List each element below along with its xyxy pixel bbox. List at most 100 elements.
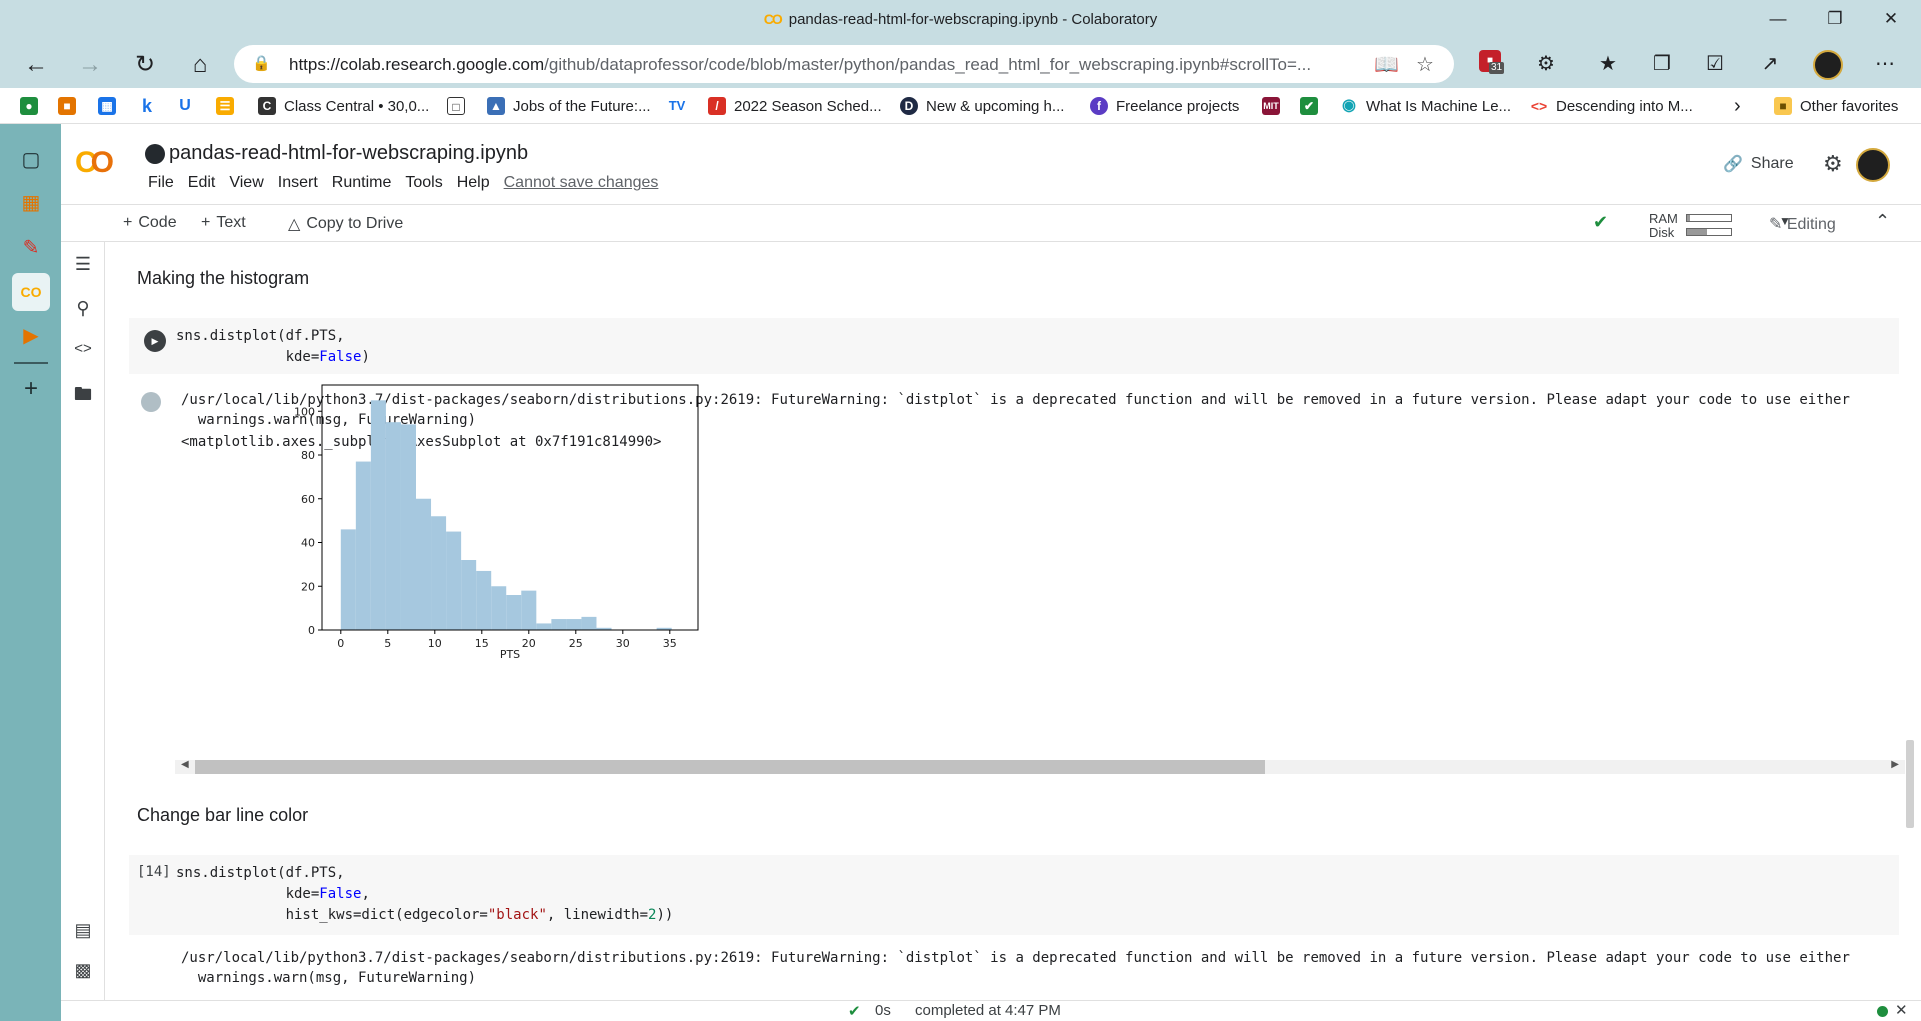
bookmark-jobs-future[interactable]: ▲ Jobs of the Future:... xyxy=(487,96,651,116)
histogram-bar xyxy=(355,461,371,630)
share-label: Share xyxy=(1750,155,1794,172)
histogram-bar xyxy=(491,586,507,630)
bookmark-k-icon[interactable]: k xyxy=(138,96,156,116)
bookmark-u-icon[interactable]: U xyxy=(176,96,194,116)
bookmark-doc-icon[interactable]: □ xyxy=(447,96,465,116)
url-text: https://colab.research.google.com/github… xyxy=(289,55,1312,74)
cell-code[interactable]: sns.distplot(df.PTS, kde=False) xyxy=(176,326,370,368)
scrollbar-thumb[interactable] xyxy=(195,760,1265,774)
menu-insert[interactable]: Insert xyxy=(271,174,325,192)
colab-logo[interactable]: CO xyxy=(75,146,114,180)
status-duration: 0s xyxy=(875,1002,891,1019)
share-page-icon[interactable]: ↗ xyxy=(1755,49,1785,79)
settings-gear-icon[interactable]: ⚙ xyxy=(1823,151,1843,177)
restore-button[interactable]: ❐ xyxy=(1813,4,1857,34)
x-tick-label: 15 xyxy=(475,637,489,650)
back-button[interactable]: ← xyxy=(19,48,53,82)
home-button[interactable]: ⌂ xyxy=(183,48,217,82)
bookmark-apps-icon[interactable]: ▦ xyxy=(98,96,116,116)
colab-panel-icon[interactable]: CO xyxy=(12,273,50,311)
editing-mode[interactable]: ✎ Editing xyxy=(1769,214,1836,234)
notebook-title-text: pandas-read-html-for-webscraping.ipynb xyxy=(169,142,529,164)
address-bar[interactable]: 🔒 https://colab.research.google.com/gith… xyxy=(234,45,1454,83)
extension-badge-icon[interactable]: ■ 31 xyxy=(1479,50,1505,74)
orange-app-icon[interactable]: ▶ xyxy=(12,317,50,355)
ram-bar xyxy=(1686,214,1732,222)
menu-file[interactable]: File xyxy=(141,174,181,192)
output-menu-icon[interactable] xyxy=(141,392,161,412)
x-axis-label: PTS xyxy=(500,648,520,661)
search-icon[interactable]: ⚲ xyxy=(72,298,94,320)
extensions-icon[interactable]: ⚙ xyxy=(1531,49,1561,79)
files-folder-icon[interactable]: 🖿 xyxy=(72,382,94,404)
user-avatar[interactable] xyxy=(1856,148,1890,182)
drawing-tools-icon[interactable]: ✎ xyxy=(12,229,50,267)
command-palette-icon[interactable]: ▤ xyxy=(72,920,94,942)
copy-to-drive-button[interactable]: △ Copy to Drive xyxy=(288,214,403,234)
menu-edit[interactable]: Edit xyxy=(181,174,223,192)
menu-help[interactable]: Help xyxy=(450,174,497,192)
minimize-button[interactable]: — xyxy=(1756,4,1800,34)
scroll-right-arrow-icon[interactable]: ▶ xyxy=(1891,759,1899,770)
terminal-icon[interactable]: ▩ xyxy=(72,960,94,982)
bookmark-season-schedule[interactable]: /2022 Season Sched... xyxy=(708,96,882,116)
eye-icon: ◉ xyxy=(1340,97,1358,115)
immersive-reader-icon[interactable]: 📖 xyxy=(1374,52,1399,77)
favorites-icon[interactable]: ★ xyxy=(1593,49,1623,79)
notebook-title[interactable]: pandas-read-html-for-webscraping.ipynb xyxy=(145,142,528,165)
add-code-button[interactable]: + Code xyxy=(123,214,177,232)
bookmark-green-icon[interactable]: ✔ xyxy=(1300,96,1318,116)
x-axis: 0 5 10 15 20 25 30 35 xyxy=(337,630,677,650)
collapse-header-chevron-icon[interactable]: ⌃ xyxy=(1875,211,1890,232)
close-window-button[interactable]: ✕ xyxy=(1869,4,1913,34)
bookmarks-overflow-chevron-icon[interactable]: › xyxy=(1734,95,1741,117)
close-status-icon[interactable]: ✕ xyxy=(1895,1001,1908,1019)
refresh-button[interactable]: ↻ xyxy=(128,48,162,82)
bookmark-freelance[interactable]: f Freelance projects xyxy=(1090,96,1239,116)
forward-button[interactable]: → xyxy=(73,48,107,82)
bookmark-tradingview-icon[interactable]: TV xyxy=(668,96,686,116)
notebook-vertical-scrollbar[interactable] xyxy=(1906,740,1914,828)
lock-icon: 🔒 xyxy=(252,55,271,72)
table-of-contents-icon[interactable]: ☰ xyxy=(72,254,94,276)
status-bar: ✔ 0s completed at 4:47 PM ✕ xyxy=(61,1000,1921,1021)
cannot-save-link[interactable]: Cannot save changes xyxy=(497,174,666,192)
share-button[interactable]: 🔗 Share xyxy=(1723,154,1794,174)
add-favorite-icon[interactable]: ☆ xyxy=(1416,52,1434,77)
browser-side-panel: ▢ ▦ ✎ CO ▶ + xyxy=(0,124,61,1021)
bookmark-machine-learning[interactable]: ◉ What Is Machine Le... xyxy=(1340,96,1511,116)
histogram-bar xyxy=(340,529,356,630)
browser-profile-avatar[interactable] xyxy=(1813,50,1843,80)
scroll-left-arrow-icon[interactable]: ◀ xyxy=(181,759,189,770)
code-snippets-icon[interactable]: <> xyxy=(72,340,94,362)
code-cell[interactable]: ▶ sns.distplot(df.PTS, kde=False) xyxy=(129,318,1899,374)
add-panel-icon[interactable]: + xyxy=(12,370,50,408)
add-text-button[interactable]: + Text xyxy=(201,214,246,232)
bookmark-other-favorites[interactable]: ■ Other favorites xyxy=(1774,96,1898,116)
y-tick-label: 40 xyxy=(301,537,315,550)
cell-code-2[interactable]: sns.distplot(df.PTS, kde=False, hist_kws… xyxy=(176,863,673,926)
menu-runtime[interactable]: Runtime xyxy=(325,174,399,192)
bookmark-gift-icon[interactable]: ■ xyxy=(58,96,76,116)
histogram-bar xyxy=(506,595,522,630)
brush-icon: / xyxy=(708,97,726,115)
bookmark-leaf-icon[interactable]: ● xyxy=(20,96,38,116)
bookmark-notes-icon[interactable]: ☰ xyxy=(216,96,234,116)
browser-essentials-icon[interactable]: ☑ xyxy=(1700,49,1730,79)
run-cell-button[interactable]: ▶ xyxy=(144,330,166,352)
address-row: ← → ↻ ⌂ 🔒 https://colab.research.google.… xyxy=(0,40,1921,88)
more-menu-icon[interactable]: ⋯ xyxy=(1870,49,1900,79)
bookmark-class-central[interactable]: C Class Central • 30,0... xyxy=(258,96,429,116)
menu-view[interactable]: View xyxy=(222,174,270,192)
bookmark-mit-icon[interactable]: MIT xyxy=(1262,96,1280,116)
status-completed: completed at 4:47 PM xyxy=(915,1002,1061,1019)
bookmark-descending[interactable]: <> Descending into M... xyxy=(1530,96,1693,116)
code-cell-2[interactable]: [14] sns.distplot(df.PTS, kde=False, his… xyxy=(129,855,1899,935)
bookmark-new-upcoming[interactable]: D New & upcoming h... xyxy=(900,96,1064,116)
output-horizontal-scrollbar[interactable]: ◀ ▶ xyxy=(175,759,1905,774)
collections-icon[interactable]: ❐ xyxy=(1647,49,1677,79)
tabs-panel-icon[interactable]: ▢ xyxy=(12,141,50,179)
x-tick-label: 35 xyxy=(663,637,677,650)
menu-tools[interactable]: Tools xyxy=(398,174,449,192)
office-apps-icon[interactable]: ▦ xyxy=(12,184,50,222)
